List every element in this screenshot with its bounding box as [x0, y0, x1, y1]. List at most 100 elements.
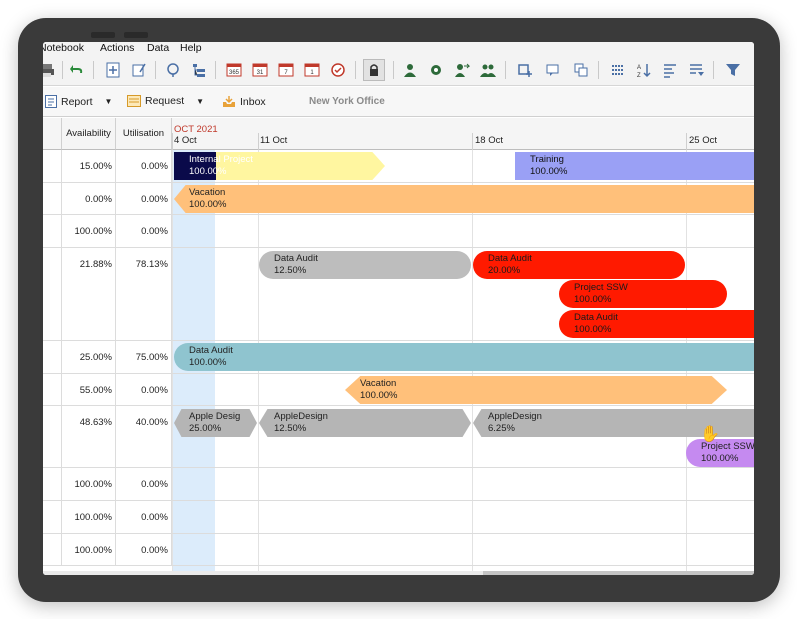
link-icon[interactable] [163, 60, 183, 80]
copy-icon[interactable] [571, 60, 591, 80]
availability-header[interactable]: Availability [62, 118, 116, 150]
row-handle[interactable] [43, 406, 62, 467]
row-handle[interactable] [43, 150, 62, 182]
week-label: 4 Oct [174, 135, 197, 146]
main-toolbar: 365 31 7 1 AZ [43, 56, 754, 86]
chevron-down-icon: ▼ [196, 96, 205, 106]
utilisation-header[interactable]: Utilisation [116, 118, 172, 150]
resource-move-icon[interactable] [452, 60, 472, 80]
inbox-button[interactable]: Inbox [222, 95, 266, 108]
resource-settings-icon[interactable] [426, 60, 446, 80]
row-handle[interactable] [43, 248, 62, 340]
week-divider [258, 133, 259, 150]
toolbar-separator [93, 61, 94, 79]
booking-bar[interactable]: Project SSW 100.00% [559, 280, 727, 308]
view-bar: Report ▼ Request ▼ Inbox New York Office [43, 87, 754, 117]
utilisation-cell: 40.00% [116, 406, 172, 467]
lock-icon[interactable] [363, 59, 385, 81]
year-view-icon[interactable]: 365 [224, 60, 244, 80]
booking-bar[interactable]: Project SSW 100.00% [686, 439, 754, 467]
resource-group-icon[interactable] [478, 60, 498, 80]
row-header-spacer [43, 118, 62, 150]
edit-item-icon[interactable] [129, 60, 149, 80]
row-handle[interactable] [43, 183, 62, 214]
add-item-icon[interactable] [103, 60, 123, 80]
availability-cell: 55.00% [62, 374, 116, 405]
week-label: 25 Oct [689, 135, 717, 146]
availability-cell: 0.00% [62, 183, 116, 214]
filter-icon[interactable] [723, 60, 743, 80]
week-view-icon[interactable]: 7 [276, 60, 296, 80]
table-row[interactable]: 100.00% 0.00% [43, 468, 754, 501]
booking-bar[interactable]: Data Audit 100.00% [174, 343, 754, 371]
availability-cell: 100.00% [62, 468, 116, 500]
row-handle[interactable] [43, 468, 62, 500]
menu-data[interactable]: Data [147, 42, 169, 54]
timeline-header: OCT 2021 4 Oct 11 Oct 18 Oct 25 Oct [172, 118, 754, 150]
row-handle[interactable] [43, 341, 62, 373]
zoom-in-icon[interactable] [515, 60, 535, 80]
clock-icon[interactable] [328, 60, 348, 80]
toolbar-separator [355, 61, 356, 79]
booking-bar[interactable]: Internal Project 100.00% [174, 152, 385, 180]
inbox-label: Inbox [240, 95, 266, 108]
toolbar-separator [215, 61, 216, 79]
toolbar-separator [393, 61, 394, 79]
inbox-icon [223, 96, 235, 107]
svg-text:Z: Z [637, 73, 641, 78]
booking-bar[interactable]: Apple Desig 25.00% [174, 409, 257, 437]
booking-bar[interactable]: Data Audit 20.00% [473, 251, 685, 279]
booking-bar[interactable]: Vacation 100.00% [345, 376, 727, 404]
table-row[interactable]: 100.00% 0.00% [43, 215, 754, 248]
utilisation-cell: 75.00% [116, 341, 172, 373]
menu-help[interactable]: Help [180, 42, 202, 54]
row-handle[interactable] [43, 215, 62, 247]
camera-notch [91, 32, 115, 38]
tree-icon[interactable] [189, 60, 209, 80]
request-button[interactable]: Request ▼ [127, 95, 204, 107]
row-handle[interactable] [43, 534, 62, 565]
comment-icon[interactable] [543, 60, 563, 80]
undo-icon[interactable] [67, 60, 87, 80]
utilisation-cell: 0.00% [116, 215, 172, 247]
booking-bar[interactable]: Training 100.00% [515, 152, 754, 180]
horizontal-scrollbar[interactable] [43, 571, 754, 575]
svg-text:31: 31 [257, 70, 264, 76]
availability-cell: 15.00% [62, 150, 116, 182]
svg-text:A: A [637, 65, 641, 71]
print-icon[interactable] [43, 60, 57, 80]
sort-icon[interactable]: AZ [634, 60, 654, 80]
day-view-icon[interactable]: 1 [302, 60, 322, 80]
resource-add-icon[interactable] [400, 60, 420, 80]
utilisation-cell: 0.00% [116, 534, 172, 565]
booking-bar[interactable]: Vacation 100.00% [174, 185, 754, 213]
menu-actions[interactable]: Actions [100, 42, 134, 54]
row-handle[interactable] [43, 374, 62, 405]
week-label: 11 Oct [260, 135, 288, 146]
toolbar-separator [155, 61, 156, 79]
booking-bar[interactable]: Data Audit 12.50% [259, 251, 471, 279]
availability-cell: 100.00% [62, 215, 116, 247]
table-row[interactable]: 100.00% 0.00% [43, 534, 754, 566]
utilisation-cell: 0.00% [116, 183, 172, 214]
row-handle[interactable] [43, 501, 62, 533]
request-label: Request [145, 95, 185, 107]
booking-bar[interactable]: AppleDesign 12.50% [259, 409, 471, 437]
week-divider [686, 133, 687, 150]
table-row[interactable]: 100.00% 0.00% [43, 501, 754, 534]
group-rows-icon[interactable] [660, 60, 680, 80]
grid-icon[interactable] [608, 60, 628, 80]
report-label: Report [61, 95, 93, 108]
week-divider [172, 133, 173, 150]
availability-cell: 25.00% [62, 341, 116, 373]
toolbar-separator [598, 61, 599, 79]
menu-notebook[interactable]: Notebook [43, 42, 84, 54]
month-view-icon[interactable]: 31 [250, 60, 270, 80]
report-button[interactable]: Report ▼ [45, 95, 112, 108]
report-icon [45, 95, 57, 108]
scrollbar-thumb[interactable] [483, 571, 754, 575]
chevron-down-icon: ▼ [104, 97, 113, 106]
utilisation-cell: 0.00% [116, 150, 172, 182]
booking-bar[interactable]: Data Audit 100.00% [559, 310, 754, 338]
filter-rows-icon[interactable] [686, 60, 706, 80]
